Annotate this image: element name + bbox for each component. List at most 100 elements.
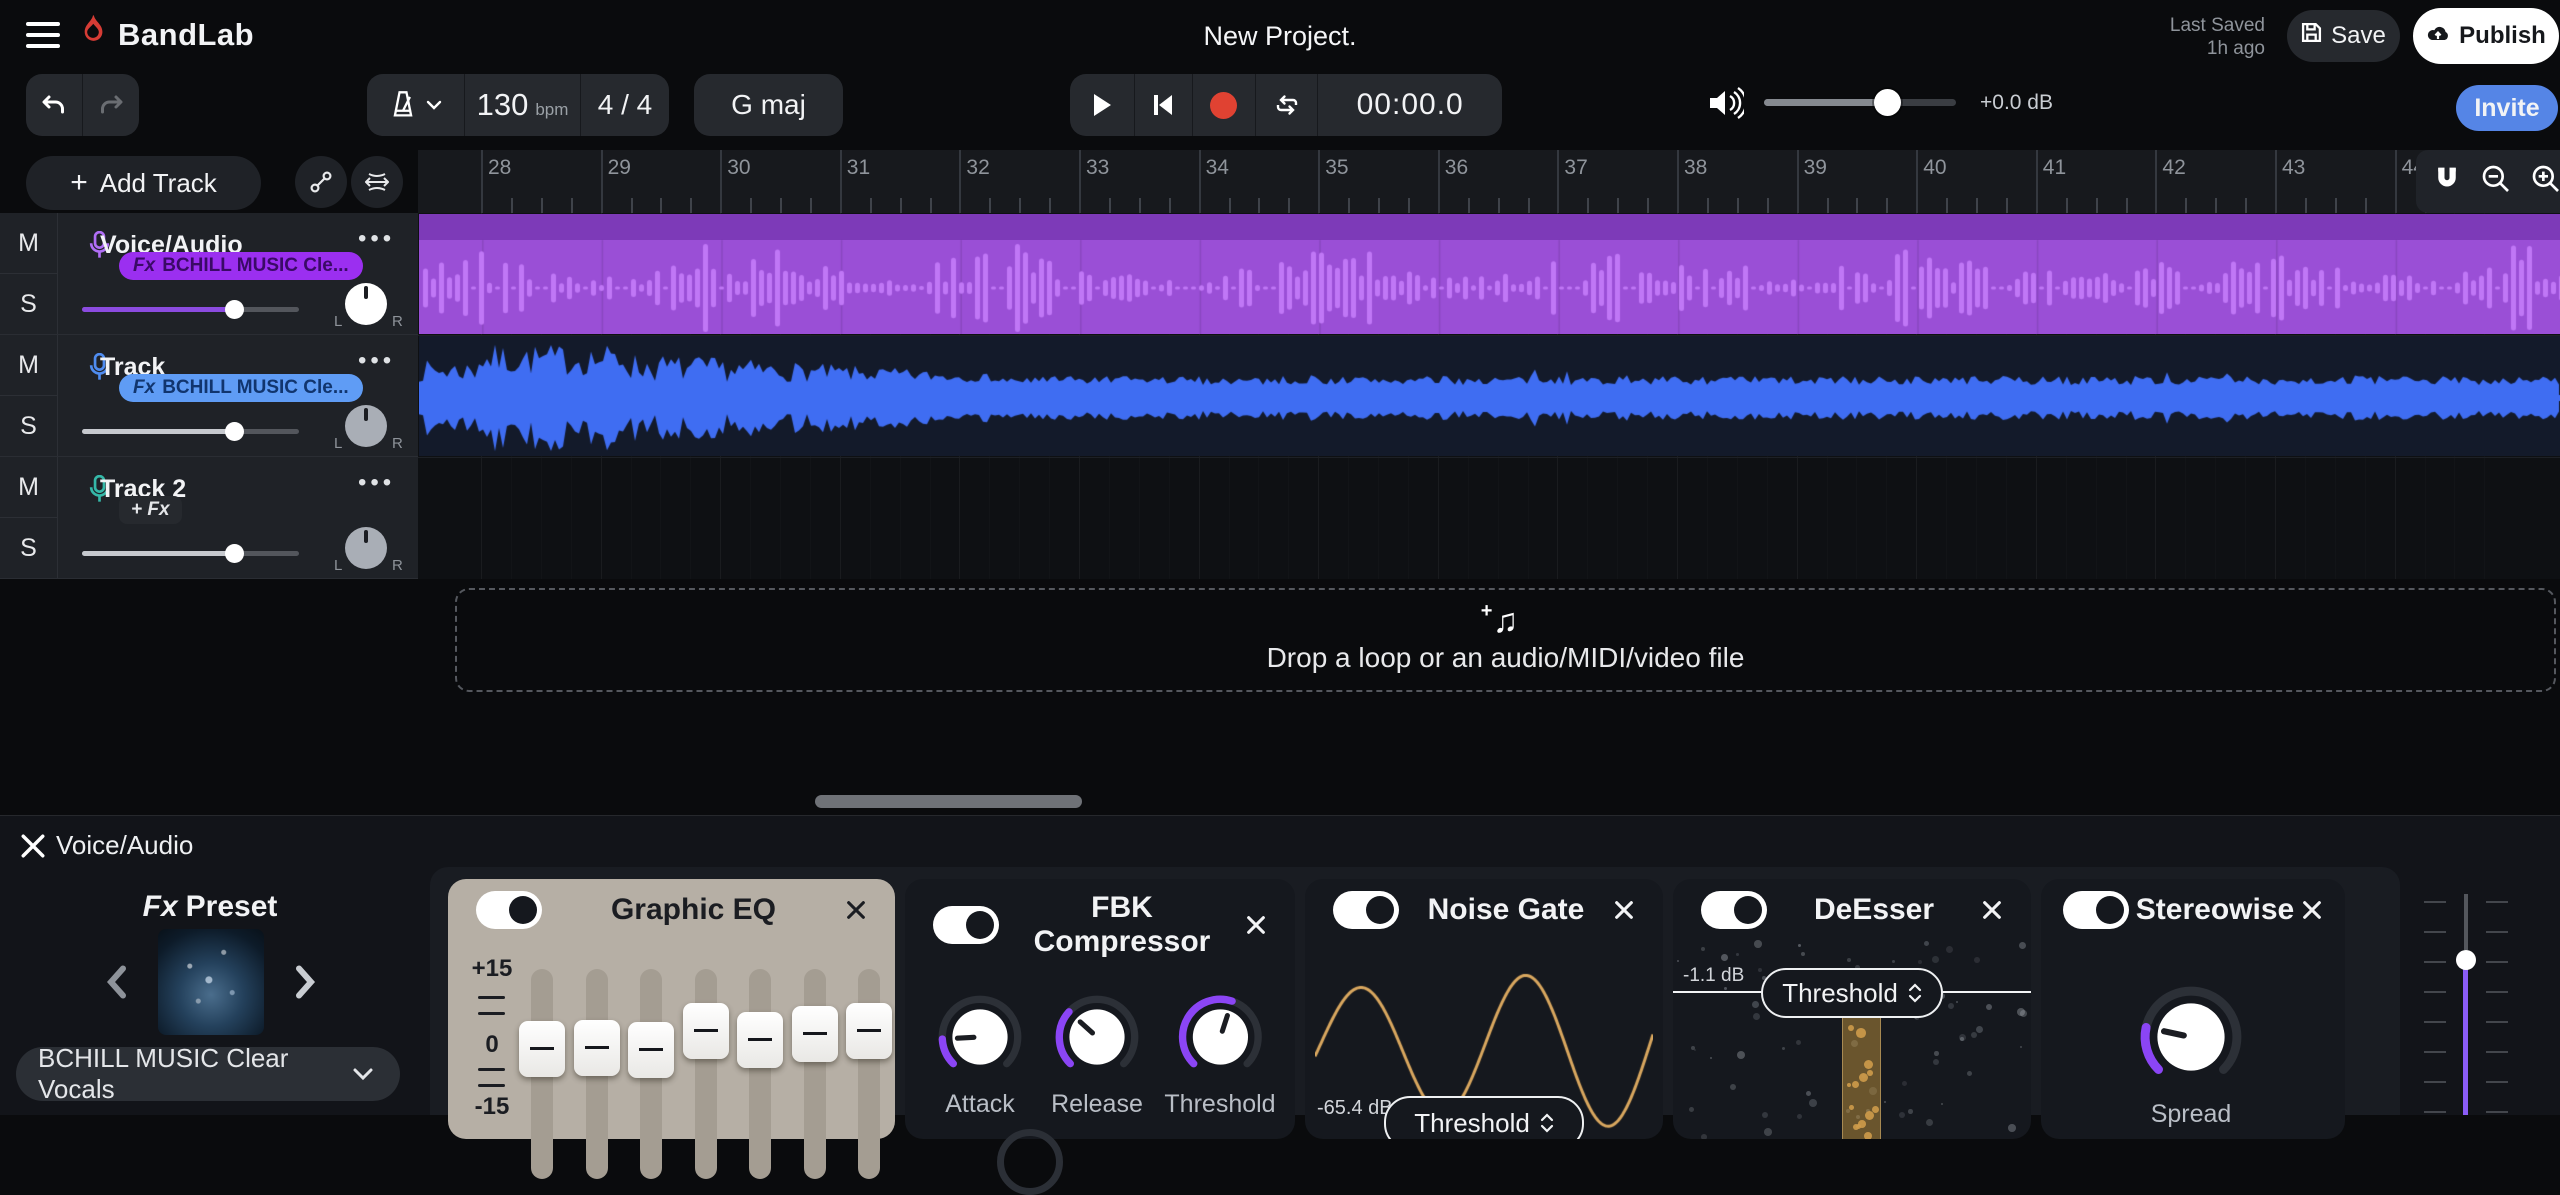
save-icon: [2301, 22, 2322, 50]
pan-knob[interactable]: [345, 527, 387, 569]
stereowise-toggle[interactable]: [2063, 891, 2129, 929]
close-fx-panel-button[interactable]: [20, 833, 46, 864]
pan-knob[interactable]: [345, 405, 387, 447]
redo-button[interactable]: [83, 74, 139, 136]
eq-band-handle[interactable]: [792, 1006, 838, 1062]
bar-number: 39: [1804, 156, 1827, 180]
time-signature-field[interactable]: 4 / 4: [581, 74, 669, 136]
eq-band-track: [749, 969, 771, 1179]
pan-knob[interactable]: [345, 283, 387, 325]
remove-noise-gate-button[interactable]: [1613, 899, 1635, 921]
track-menu-button[interactable]: •••: [358, 225, 395, 253]
music-note-plus-icon: +♫: [1493, 606, 1519, 636]
bandlab-studio: { "icons": {"plus": "+", "music_note": "…: [0, 0, 2560, 1114]
voice-audio-clip[interactable]: [419, 214, 2560, 334]
bar-number: 42: [2162, 156, 2185, 180]
gate-threshold-pill[interactable]: Threshold: [1384, 1096, 1584, 1139]
zoom-in-button[interactable]: [2530, 163, 2560, 200]
eq-scale-mid: 0: [462, 1031, 522, 1059]
bar-number: 43: [2282, 156, 2305, 180]
eq-band-handle[interactable]: [683, 1003, 729, 1059]
record-button[interactable]: [1193, 74, 1255, 136]
master-volume-handle[interactable]: [1874, 89, 1901, 116]
deesser-db-label: -1.1 dB: [1683, 965, 1744, 987]
file-dropzone[interactable]: +♫ Drop a loop or an audio/MIDI/video fi…: [455, 588, 2556, 692]
fader-handle[interactable]: [2456, 950, 2476, 970]
preset-prev-button[interactable]: [100, 964, 136, 1000]
horizontal-scrollbar-thumb[interactable]: [815, 795, 1082, 808]
graphic-eq-toggle[interactable]: [476, 891, 542, 929]
preset-dropdown[interactable]: BCHILL MUSIC Clear Vocals: [16, 1047, 400, 1101]
pan-left-label: L: [334, 435, 342, 452]
timeline-ruler[interactable]: 2829303132333435363738394041424344: [418, 150, 2560, 213]
fx-preset-badge[interactable]: FxBCHILL MUSIC Cle...: [119, 374, 363, 402]
remove-stereowise-button[interactable]: [2301, 899, 2323, 921]
effect-title: Noise Gate: [1399, 893, 1613, 927]
metronome-button[interactable]: [367, 74, 464, 136]
track-menu-button[interactable]: •••: [358, 469, 395, 497]
preset-dropdown-value: BCHILL MUSIC Clear Vocals: [38, 1043, 352, 1105]
deesser-toggle[interactable]: [1701, 891, 1767, 929]
eq-band-handle[interactable]: [737, 1012, 783, 1068]
master-volume-fill: [1764, 99, 1887, 106]
noise-gate-toggle[interactable]: [1333, 891, 1399, 929]
publish-button[interactable]: Publish: [2413, 8, 2559, 64]
rewind-to-start-button[interactable]: [1135, 74, 1193, 136]
time-stretch-button[interactable]: [351, 156, 403, 208]
preset-next-button[interactable]: [288, 964, 324, 1000]
fbk-compressor-toggle[interactable]: [933, 906, 999, 944]
zoom-out-button[interactable]: [2480, 163, 2512, 200]
loop-button[interactable]: [1256, 74, 1318, 136]
remove-graphic-eq-button[interactable]: [845, 899, 867, 921]
save-button[interactable]: Save: [2287, 10, 2400, 62]
add-track-button[interactable]: + Add Track: [26, 156, 261, 210]
remove-deesser-button[interactable]: [1981, 899, 2003, 921]
mute-button[interactable]: M: [0, 213, 57, 274]
last-saved-status: Last Saved 1h ago: [2170, 14, 2265, 60]
solo-button[interactable]: S: [0, 518, 57, 578]
key-button[interactable]: G maj: [694, 74, 843, 136]
time-display[interactable]: 00:00.0: [1318, 74, 1502, 136]
eq-band-handle[interactable]: [574, 1020, 620, 1076]
master-volume-slider[interactable]: [1764, 99, 1956, 106]
mute-button[interactable]: M: [0, 335, 57, 396]
track-volume-slider[interactable]: [82, 307, 299, 312]
effect-title: Graphic EQ: [542, 893, 845, 927]
effect-title: FBK Compressor: [999, 891, 1245, 959]
eq-band-handle[interactable]: [519, 1021, 565, 1077]
preset-artwork[interactable]: [158, 929, 264, 1035]
eq-band-handle[interactable]: [628, 1022, 674, 1078]
snap-magnet-button[interactable]: [2432, 164, 2462, 199]
automation-icon: [308, 169, 334, 195]
undo-button[interactable]: [26, 74, 82, 136]
remove-fbk-compressor-button[interactable]: [1245, 914, 1267, 936]
solo-button[interactable]: S: [0, 396, 57, 456]
timeline-lanes[interactable]: [418, 213, 2560, 579]
fx-preset-badge[interactable]: FxBCHILL MUSIC Cle...: [119, 252, 363, 280]
master-volume-icon[interactable]: [1706, 86, 1744, 125]
add-fx-badge[interactable]: + Fx: [119, 496, 182, 524]
spread-knob[interactable]: Spread: [2135, 981, 2247, 1129]
bar-number: 36: [1445, 156, 1468, 180]
automation-button[interactable]: [295, 156, 347, 208]
bar-number: 40: [1923, 156, 1946, 180]
top-bar: BandLab New Project. Last Saved 1h ago S…: [0, 0, 2560, 72]
track-menu-button[interactable]: •••: [358, 347, 395, 375]
bar-number: 38: [1684, 156, 1707, 180]
attack-knob[interactable]: Attack: [934, 991, 1026, 1119]
track-header-track-2[interactable]: M S Track 2 ••• + Fx L R: [0, 457, 418, 579]
deesser-threshold-pill[interactable]: Threshold: [1761, 968, 1943, 1018]
solo-button[interactable]: S: [0, 274, 57, 334]
bpm-field[interactable]: 130 bpm: [465, 74, 580, 136]
track-volume-slider[interactable]: [82, 551, 299, 556]
track-clip[interactable]: [419, 336, 2560, 456]
mute-button[interactable]: M: [0, 457, 57, 518]
track-header-voice-audio[interactable]: M S Voice/Audio ••• FxBCHILL MUSIC Cle..…: [0, 213, 418, 335]
release-knob[interactable]: Release: [1051, 991, 1143, 1119]
play-button[interactable]: [1070, 74, 1134, 136]
track-volume-slider[interactable]: [82, 429, 299, 434]
invite-button[interactable]: Invite: [2456, 85, 2558, 131]
eq-band-handle[interactable]: [846, 1003, 892, 1059]
threshold-knob[interactable]: Threshold: [1164, 991, 1275, 1119]
track-header-track[interactable]: M S Track ••• FxBCHILL MUSIC Cle... L R: [0, 335, 418, 457]
